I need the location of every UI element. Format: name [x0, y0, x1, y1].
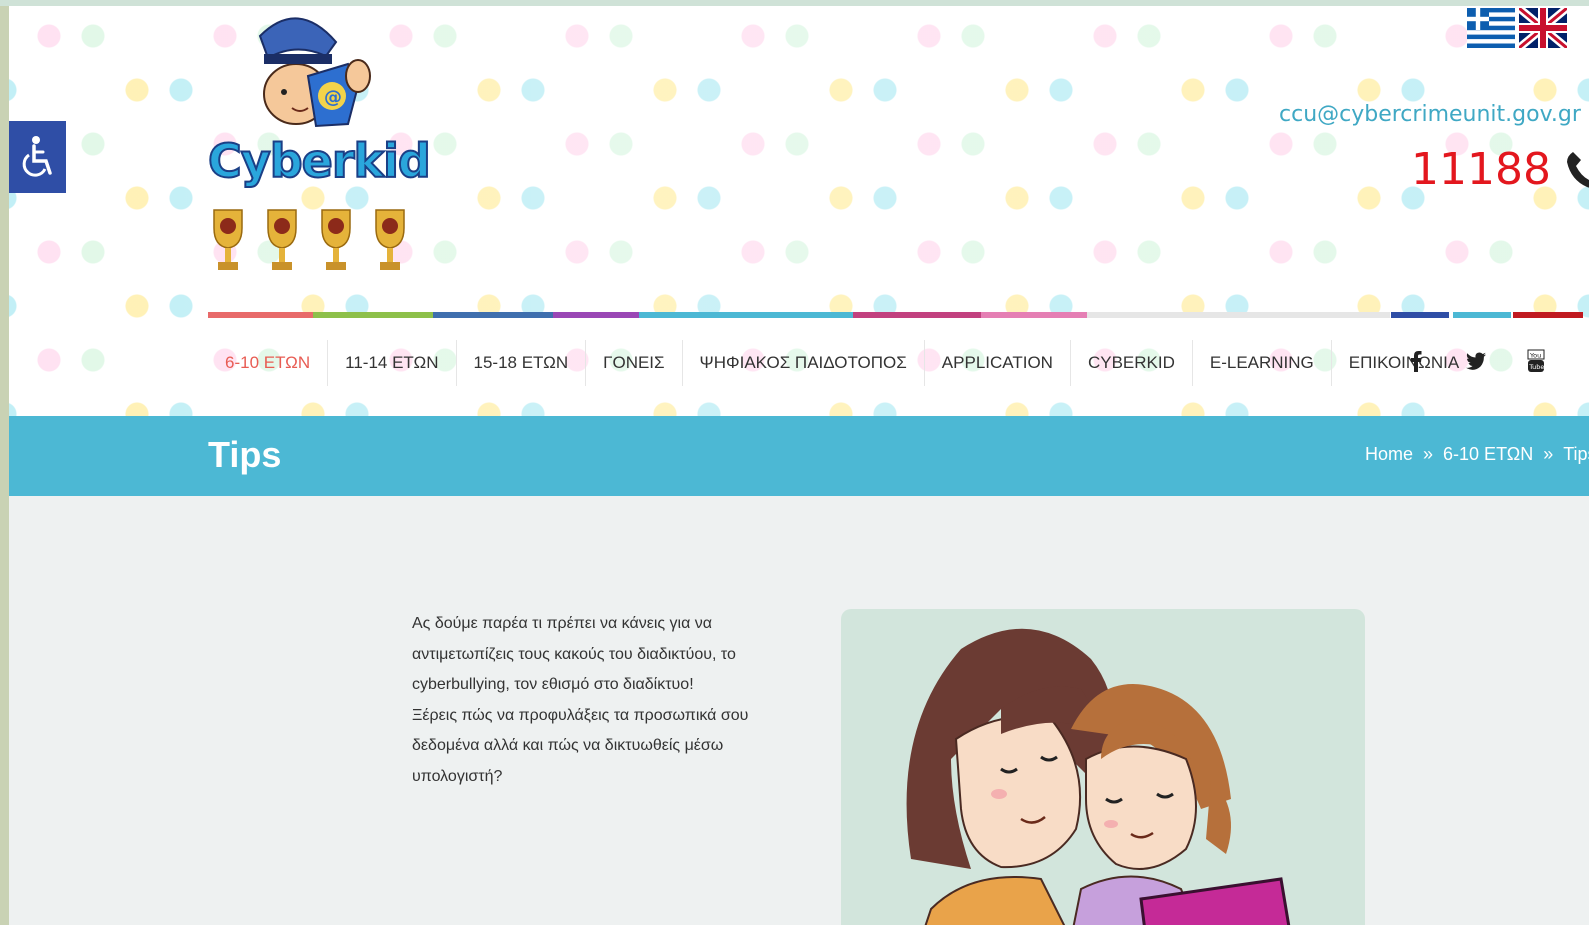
awards [208, 206, 410, 276]
nav-item-digital-playground[interactable]: ΨΗΦΙΑΚΟΣ ΠΑΙΔΟΤΟΠΟΣ [683, 340, 925, 386]
svg-text:@: @ [324, 87, 342, 108]
page-title: Tips [208, 434, 282, 475]
site-logo[interactable]: @ Cyberkid [207, 6, 432, 286]
accessibility-button[interactable] [9, 121, 66, 193]
nav-item-cyberkid[interactable]: CYBERKID [1071, 340, 1193, 386]
breadcrumb: Home » 6-10 ΕΤΩΝ » Tips [1365, 444, 1589, 465]
police-mascot-icon: @ [258, 17, 371, 128]
decorative-colorbar-right [1391, 312, 1583, 318]
nav-item-6-10[interactable]: 6-10 ΕΤΩΝ [208, 340, 329, 386]
breadcrumb-separator: » [1543, 444, 1554, 464]
intro-line: δεδομένα αλλά και πώς να δικτυωθείς μέσω [412, 737, 724, 754]
intro-line: αντιμετωπίζεις τους κακούς του διαδικτύο… [412, 645, 736, 663]
breadcrumb-separator: » [1423, 444, 1434, 464]
nav-item-11-14[interactable]: 11-14 ΕΤΩΝ [328, 340, 457, 386]
breadcrumb-current: Tips [1563, 444, 1589, 464]
email-text: ccu@cybercrimeunit.gov.gr [1279, 102, 1581, 127]
page-titlebar: Tips Home » 6-10 ΕΤΩΝ » Tips [9, 416, 1589, 496]
wheelchair-icon [22, 136, 52, 177]
trophy-icon [375, 209, 405, 270]
greek-flag-icon[interactable] [1467, 8, 1515, 48]
uk-flag-icon[interactable] [1519, 8, 1567, 48]
contact-phone[interactable]: 11188 [1411, 144, 1589, 195]
nav-item-parents[interactable]: ΓΟΝΕΙΣ [586, 340, 683, 386]
breadcrumb-6-10[interactable]: 6-10 ΕΤΩΝ [1443, 444, 1533, 465]
phone-number: 11188 [1411, 144, 1551, 195]
intro-line: cyberbullying, τον εθισμό στο διαδίκτυο! [412, 676, 694, 693]
social-links: You Tube [1405, 348, 1547, 374]
svg-text:Tube: Tube [1528, 363, 1544, 371]
youtube-icon[interactable]: You Tube [1525, 348, 1547, 374]
logo-text: Cyberkid [207, 133, 432, 189]
intro-text: Ας δούμε παρέα τι πρέπει να κάνεις για ν… [412, 609, 772, 792]
main-nav: 6-10 ΕΤΩΝ 11-14 ΕΤΩΝ 15-18 ΕΤΩΝ ΓΟΝΕΙΣ Ψ… [208, 340, 1476, 386]
decorative-colorbar [208, 312, 1390, 318]
intro-line: Ξέρεις πώς να προφυλάξεις τα προσωπικά σ… [412, 706, 749, 724]
nav-item-e-learning[interactable]: E-LEARNING [1193, 340, 1332, 386]
phone-icon [1566, 151, 1589, 188]
mother-daughter-illustration [841, 609, 1365, 925]
language-switcher [1467, 8, 1567, 48]
mother-daughter-laptop-icon [906, 628, 1291, 925]
svg-text:You: You [1529, 352, 1541, 360]
trophy-icon [267, 209, 297, 270]
breadcrumb-home[interactable]: Home [1365, 444, 1413, 465]
main-content: Ας δούμε παρέα τι πρέπει να κάνεις για ν… [9, 496, 1589, 925]
trophy-icon [213, 209, 243, 270]
page-window: @ Cyberkid ccu@cybercrimeunit.gov.gr 111… [9, 6, 1589, 925]
intro-line: Ας δούμε παρέα τι πρέπει να κάνεις για ν… [412, 615, 713, 632]
nav-item-15-18[interactable]: 15-18 ΕΤΩΝ [457, 340, 587, 386]
facebook-icon[interactable] [1405, 348, 1427, 374]
trophy-icon [321, 209, 351, 270]
nav-item-application[interactable]: APPLICATION [925, 340, 1071, 386]
contact-email[interactable]: ccu@cybercrimeunit.gov.gr [1279, 102, 1589, 127]
twitter-icon[interactable] [1465, 348, 1487, 374]
intro-line: υπολογιστή? [412, 767, 503, 785]
